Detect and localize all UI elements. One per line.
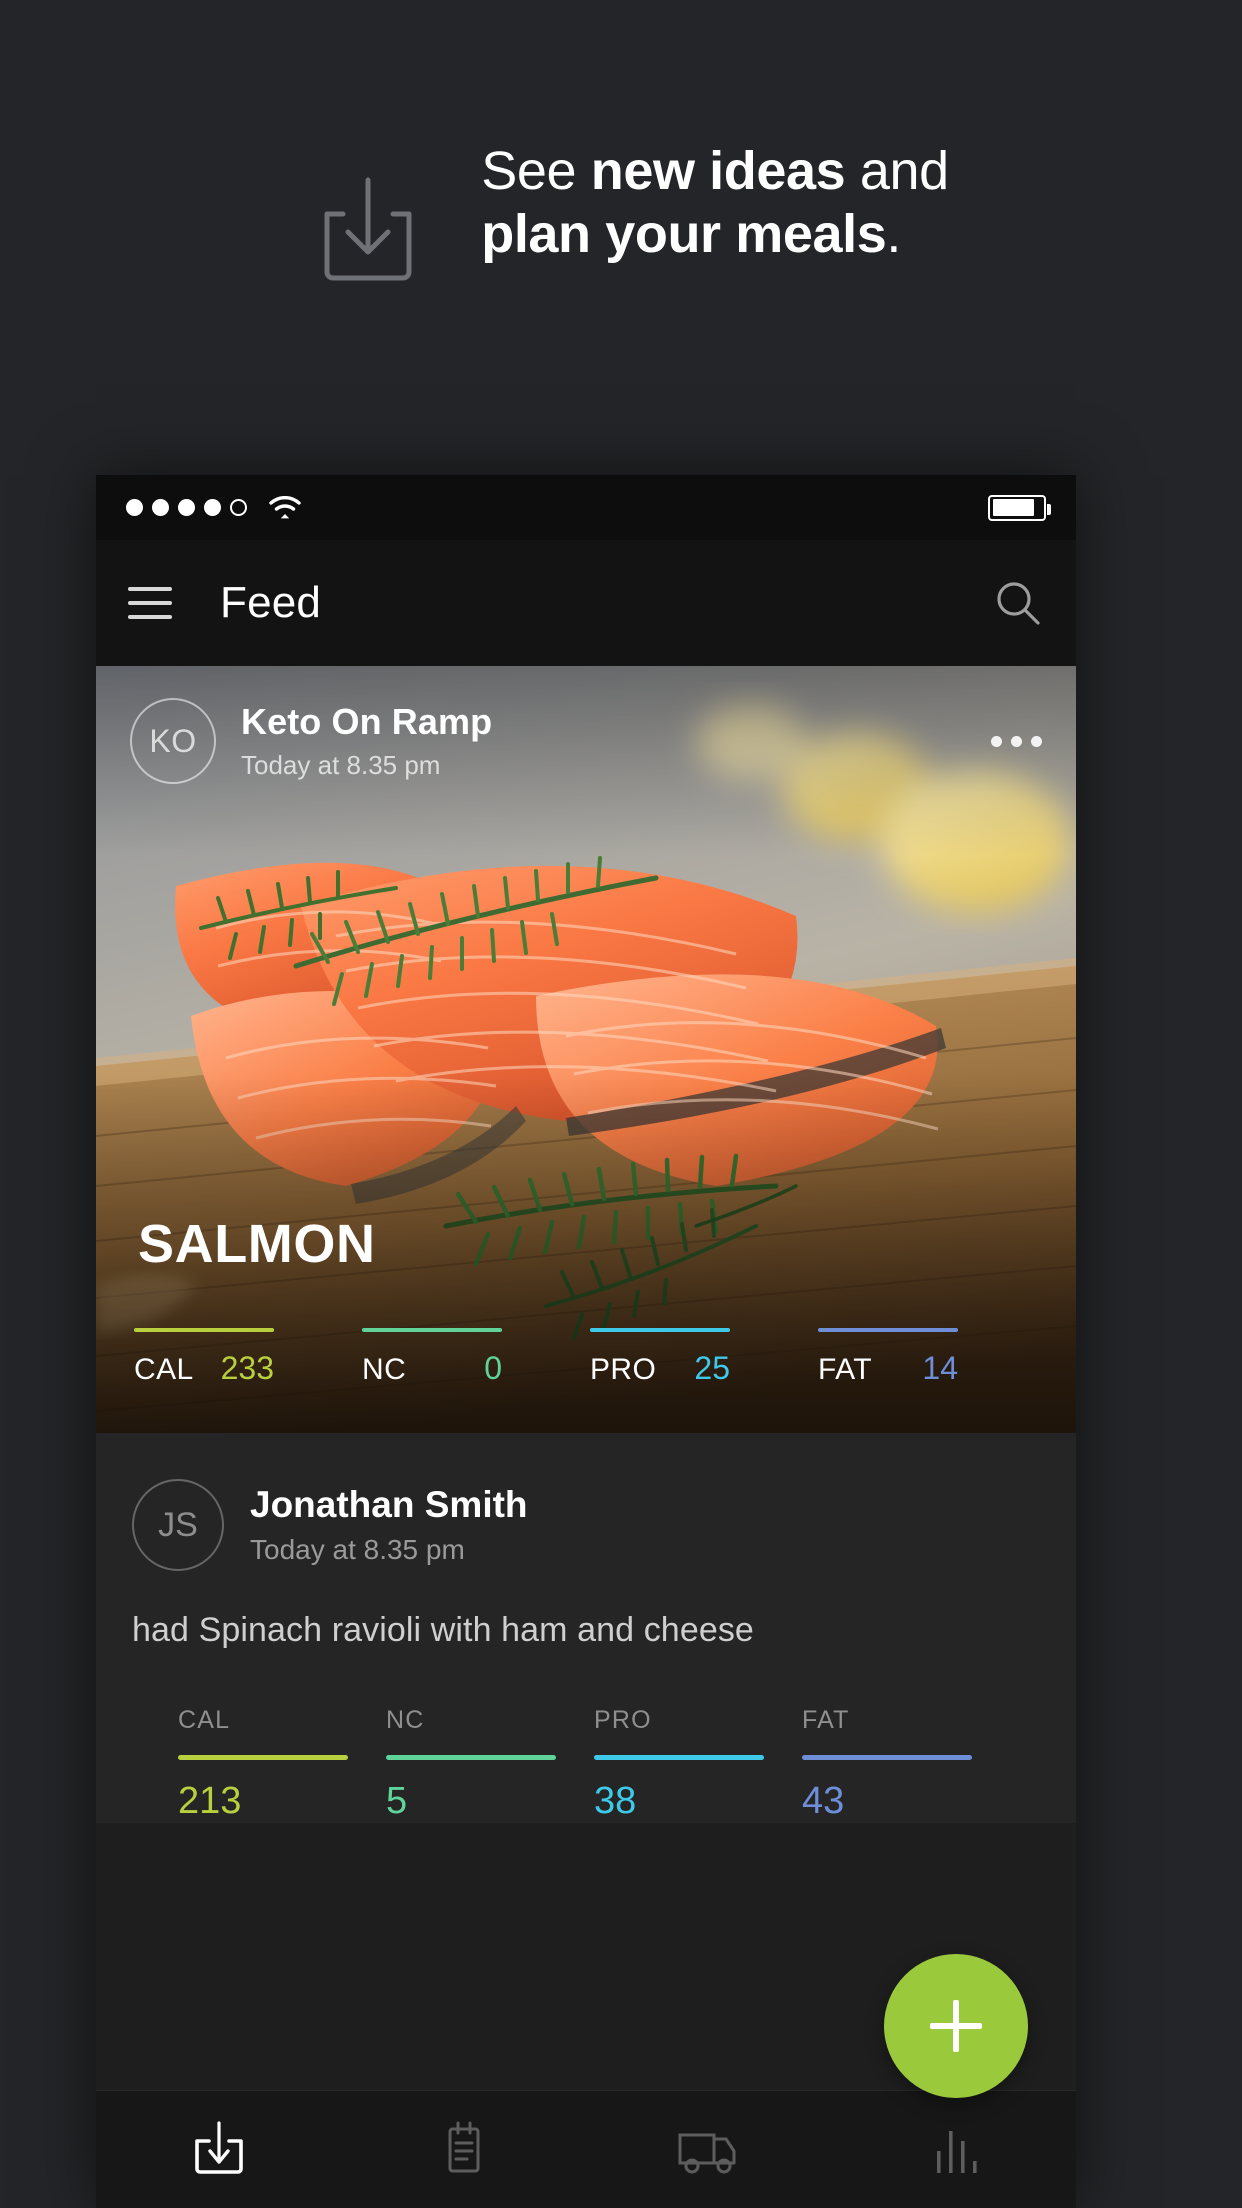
macro-value-fat: 43 xyxy=(802,1780,845,1822)
avatar[interactable]: JS xyxy=(132,1479,224,1571)
macro-label-fat: FAT xyxy=(802,1706,850,1734)
macro-rule-nc xyxy=(362,1328,502,1332)
macro-rule-nc xyxy=(386,1755,556,1760)
macro-value-fat: 14 xyxy=(922,1350,958,1386)
macro-fat: FAT 43 xyxy=(802,1706,972,1823)
nav-item-delivery[interactable] xyxy=(586,2117,831,2183)
post-body-text: had Spinach ravioli with ham and cheese xyxy=(132,1611,754,1649)
delivery-truck-icon xyxy=(670,2117,748,2183)
text-post-macros: CAL 213 NC 5 PRO 38 FAT 43 xyxy=(96,1706,1076,1823)
macro-label-nc: NC xyxy=(386,1706,425,1734)
macro-rule-pro xyxy=(594,1755,764,1760)
macro-value-cal: 233 xyxy=(220,1350,274,1386)
macro-label-pro: PRO xyxy=(590,1353,657,1386)
post-author-name[interactable]: Keto On Ramp xyxy=(241,701,985,743)
status-bar xyxy=(96,475,1076,540)
promo-headline-bold-1: new ideas xyxy=(590,141,846,201)
app-bar: Feed xyxy=(96,540,1076,666)
post-author-name[interactable]: Jonathan Smith xyxy=(250,1484,528,1526)
macro-rule-cal xyxy=(134,1328,274,1332)
macro-cal: CAL 233 xyxy=(134,1328,362,1387)
macro-rule-fat xyxy=(818,1328,958,1332)
macro-value-nc: 5 xyxy=(386,1780,408,1822)
signal-strength-icon xyxy=(126,499,247,516)
post-header: JS Jonathan Smith Today at 8.35 pm xyxy=(96,1479,1076,1571)
promo-headline-text-3: . xyxy=(886,203,901,264)
promo-headline-text-2: and xyxy=(845,141,949,201)
post-header: KO Keto On Ramp Today at 8.35 pm xyxy=(130,698,1048,784)
macro-label-fat: FAT xyxy=(818,1353,872,1386)
page-title: Feed xyxy=(220,578,322,627)
macro-fat: FAT 14 xyxy=(818,1328,1046,1387)
inbox-download-icon xyxy=(183,2117,255,2183)
phone-screenshot: Feed KO Keto On Ramp Today at 8.35 pm SA… xyxy=(96,475,1076,2208)
recipe-title: SALMON xyxy=(138,1214,376,1274)
macro-label-cal: CAL xyxy=(134,1353,194,1386)
macro-rule-fat xyxy=(802,1755,972,1760)
wifi-icon xyxy=(269,495,301,520)
macro-rule-pro xyxy=(590,1328,730,1332)
add-entry-fab[interactable] xyxy=(884,1954,1028,2098)
more-options-icon[interactable] xyxy=(985,722,1048,761)
avatar[interactable]: KO xyxy=(130,698,216,784)
macro-label-nc: NC xyxy=(362,1353,407,1386)
feed-card-text-post[interactable]: JS Jonathan Smith Today at 8.35 pm had S… xyxy=(96,1433,1076,1823)
photo-post-macros: CAL 233 NC 0 PRO 25 FAT 14 xyxy=(134,1328,1046,1387)
hamburger-menu-icon[interactable] xyxy=(128,587,172,619)
macro-nc: NC 0 xyxy=(362,1328,590,1387)
nav-item-notepad[interactable] xyxy=(341,2117,586,2183)
post-timestamp: Today at 8.35 pm xyxy=(241,750,441,780)
promo-headline-bold-2: plan your meals xyxy=(481,203,887,264)
promo-banner: See new ideas and plan your meals. xyxy=(0,0,1242,475)
bar-chart-icon xyxy=(918,2117,990,2183)
bottom-navigation[interactable] xyxy=(96,2090,1076,2208)
nav-item-stats[interactable] xyxy=(831,2117,1076,2183)
macro-value-nc: 0 xyxy=(484,1350,502,1386)
promo-headline: See new ideas and plan your meals. xyxy=(481,140,949,265)
macro-value-pro: 38 xyxy=(594,1780,637,1822)
notepad-list-icon xyxy=(428,2117,500,2183)
macro-value-pro: 25 xyxy=(694,1350,730,1386)
search-icon[interactable] xyxy=(992,577,1044,629)
battery-icon xyxy=(988,494,1051,521)
promo-headline-text-1: See xyxy=(481,141,591,201)
feed-card-photo-post[interactable]: KO Keto On Ramp Today at 8.35 pm SALMON … xyxy=(96,666,1076,1433)
macro-pro: PRO 25 xyxy=(590,1328,818,1387)
plus-icon xyxy=(930,2000,982,2052)
post-timestamp: Today at 8.35 pm xyxy=(250,1534,465,1565)
macro-value-cal: 213 xyxy=(178,1780,242,1822)
macro-nc: NC 5 xyxy=(386,1706,556,1823)
macro-pro: PRO 38 xyxy=(594,1706,764,1823)
nav-item-inbox[interactable] xyxy=(96,2117,341,2183)
macro-label-pro: PRO xyxy=(594,1706,652,1734)
inbox-download-icon xyxy=(293,162,443,297)
macro-label-cal: CAL xyxy=(178,1706,231,1734)
macro-rule-cal xyxy=(178,1755,348,1760)
macro-cal: CAL 213 xyxy=(178,1706,348,1823)
